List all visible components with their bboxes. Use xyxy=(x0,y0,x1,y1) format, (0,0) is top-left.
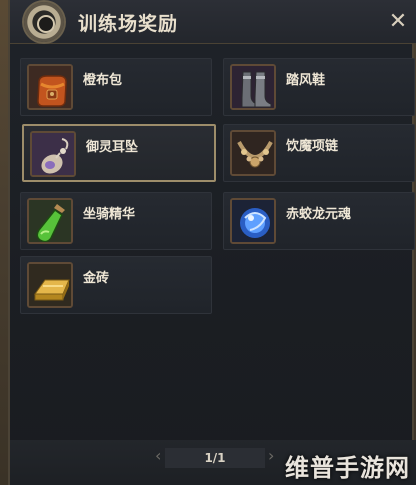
item-name: 饮魔项链 xyxy=(286,139,339,154)
reward-slot-6[interactable]: 赤蛟龙元魂 xyxy=(223,192,415,250)
reward-slot-7[interactable]: 金砖 xyxy=(20,256,212,314)
page-indicator: 1/1 xyxy=(204,451,226,465)
earring-icon xyxy=(30,131,76,177)
prev-page-icon[interactable]: ‹ xyxy=(155,446,161,466)
item-name: 橙布包 xyxy=(83,73,123,88)
reward-slot-2[interactable]: 踏风鞋 xyxy=(223,58,415,116)
necklace-icon xyxy=(230,130,276,176)
next-page-icon[interactable]: › xyxy=(268,446,274,466)
boots-icon xyxy=(230,64,276,110)
panel-title: 训练场奖励 xyxy=(78,13,179,35)
orange-bag-icon xyxy=(27,64,73,110)
watermark: 维普手游网 xyxy=(285,454,410,482)
reward-slot-3[interactable]: 御灵耳坠 xyxy=(22,124,216,182)
item-name: 踏风鞋 xyxy=(286,73,326,88)
close-icon[interactable]: ✕ xyxy=(386,10,410,34)
item-name: 坐骑精华 xyxy=(83,207,136,222)
rewards-panel: 训练场奖励 ✕ 橙布包 踏风鞋 御灵耳坠 饮魔项链 坐骑精华 赤蛟龙元魂 金砖 xyxy=(8,0,416,485)
reward-slot-5[interactable]: 坐骑精华 xyxy=(20,192,212,250)
reward-slot-4[interactable]: 饮魔项链 xyxy=(223,124,415,182)
item-name: 御灵耳坠 xyxy=(86,140,139,155)
green-potion-icon xyxy=(27,198,73,244)
gold-bar-icon xyxy=(27,262,73,308)
panel-header: 训练场奖励 ✕ xyxy=(10,0,416,44)
reward-slot-1[interactable]: 橙布包 xyxy=(20,58,212,116)
blue-orb-icon xyxy=(230,198,276,244)
item-name: 赤蛟龙元魂 xyxy=(286,207,352,222)
item-name: 金砖 xyxy=(83,271,110,286)
pager: 1/1 xyxy=(165,448,265,468)
gear-emblem-icon xyxy=(24,2,64,42)
